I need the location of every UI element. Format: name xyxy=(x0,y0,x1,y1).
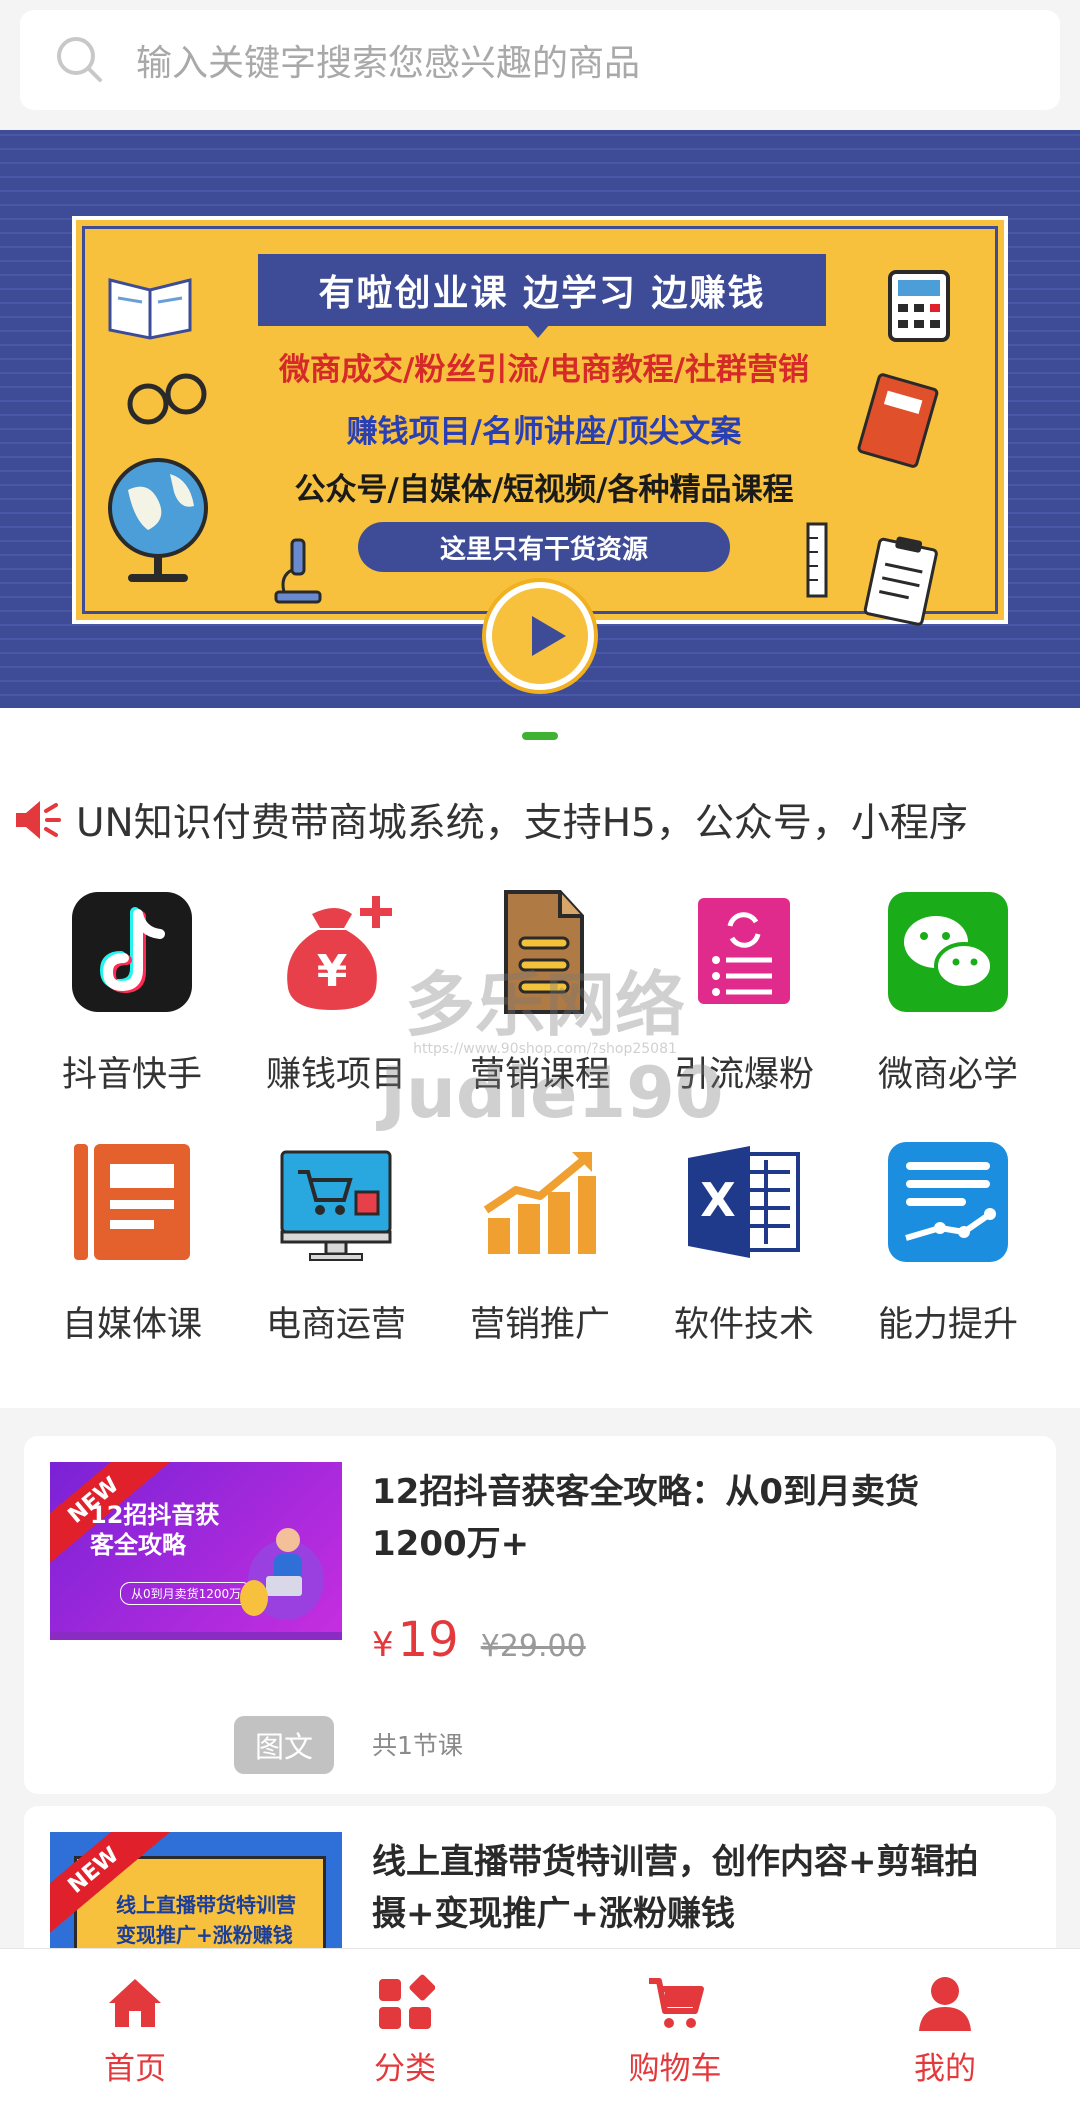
category-promotion[interactable]: 营销推广 xyxy=(440,1138,640,1347)
bottom-tab-bar: 首页 分类 购物车 我的 xyxy=(0,1948,1080,2104)
money-bag-icon: ¥ xyxy=(287,896,392,1010)
svg-text:¥: ¥ xyxy=(317,946,348,997)
play-button[interactable] xyxy=(486,582,594,690)
tab-label: 分类 xyxy=(374,2051,436,2087)
category-ability[interactable]: 能力提升 xyxy=(848,1138,1048,1347)
search-bar-container: 输入关键字搜索您感兴趣的商品 xyxy=(0,0,1080,130)
category-wechat[interactable]: 微商必学 xyxy=(848,888,1048,1097)
category-label: 引流爆粉 xyxy=(673,1055,814,1095)
category-money[interactable]: ¥ 赚钱项目 xyxy=(236,888,436,1097)
price-symbol: ¥ xyxy=(372,1625,394,1665)
shopping-monitor-icon xyxy=(280,1150,392,1261)
promo-banner[interactable]: 有啦创业课 边学习 边赚钱 微商成交/粉丝引流/电商教程/社群营销 赚钱项目/名… xyxy=(0,130,1080,708)
tab-label: 购物车 xyxy=(628,2051,722,2087)
thumbnail-title: 12招抖音获 客全攻略 xyxy=(90,1501,220,1559)
calculator-icon xyxy=(888,270,950,342)
microscope-icon xyxy=(274,538,322,604)
product-title[interactable]: 12招抖音获客全攻略：从0到月卖货1200万+ xyxy=(372,1466,1012,1570)
wechat-icon xyxy=(888,892,1008,1012)
price-row: ¥ 19 ¥29.00 xyxy=(372,1612,586,1668)
tab-profile[interactable]: 我的 xyxy=(810,1949,1080,2104)
clipboard-icon xyxy=(863,536,938,626)
category-label: 抖音快手 xyxy=(61,1055,202,1095)
notice-bar[interactable]: UN知识付费带商城系统，支持H5，公众号，小程序 xyxy=(12,788,1072,852)
banner-pill: 这里只有干货资源 xyxy=(358,522,730,572)
product-price: 19 xyxy=(397,1612,459,1668)
excel-icon: X xyxy=(688,1146,800,1258)
category-traffic[interactable]: 引流爆粉 xyxy=(644,888,844,1097)
person-laptop-illustration xyxy=(240,1528,324,1620)
banner-title-pointer xyxy=(526,324,550,338)
category-ecommerce[interactable]: 电商运营 xyxy=(236,1138,436,1347)
user-icon xyxy=(919,1977,971,2031)
home-icon xyxy=(109,1979,161,2027)
category-software[interactable]: X 软件技术 xyxy=(644,1138,844,1347)
tab-label: 首页 xyxy=(104,2051,166,2087)
category-label: 电商运营 xyxy=(265,1305,406,1345)
svg-text:X: X xyxy=(700,1173,735,1227)
document-icon xyxy=(504,890,584,1014)
category-label: 微商必学 xyxy=(877,1055,1018,1095)
product-card[interactable]: NEW 12招抖音获 客全攻略 从0到月卖货1200万 12招抖音获客全攻略：从… xyxy=(24,1436,1056,1794)
main-content: UN知识付费带商城系统，支持H5，公众号，小程序 抖音快手 ¥ 赚钱项目 营销课… xyxy=(0,708,1080,1408)
cart-icon xyxy=(649,1978,704,2028)
category-label: 软件技术 xyxy=(673,1305,814,1345)
notebook-icon xyxy=(74,1144,190,1260)
tab-cart[interactable]: 购物车 xyxy=(540,1949,810,2104)
glasses-icon xyxy=(127,373,207,425)
carousel-indicator[interactable] xyxy=(522,732,558,740)
tab-category[interactable]: 分类 xyxy=(270,1949,540,2104)
speaker-icon xyxy=(16,801,61,839)
notice-text: UN知识付费带商城系统，支持H5，公众号，小程序 xyxy=(76,801,968,846)
search-icon xyxy=(57,37,102,82)
content-type-badge: 图文 xyxy=(234,1716,334,1774)
open-book-icon xyxy=(108,278,192,340)
category-label: 能力提升 xyxy=(877,1305,1018,1345)
refresh-list-icon xyxy=(698,898,790,1004)
category-label: 营销推广 xyxy=(469,1305,610,1345)
category-label: 赚钱项目 xyxy=(265,1055,406,1095)
tiktok-icon xyxy=(72,892,192,1012)
category-douyin[interactable]: 抖音快手 xyxy=(32,888,232,1097)
banner-frame: 有啦创业课 边学习 边赚钱 微商成交/粉丝引流/电商教程/社群营销 赚钱项目/名… xyxy=(72,216,1008,626)
banner-title-box: 有啦创业课 边学习 边赚钱 xyxy=(258,254,826,326)
original-price: ¥29.00 xyxy=(480,1629,586,1664)
category-label: 营销课程 xyxy=(469,1055,610,1095)
growth-chart-icon xyxy=(483,1152,596,1254)
tab-home[interactable]: 首页 xyxy=(0,1949,270,2104)
trend-line-icon xyxy=(888,1142,1008,1262)
product-title[interactable]: 线上直播带货特训营，创作内容+剪辑拍摄+变现推广+涨粉赚钱 xyxy=(372,1836,1012,1940)
search-input[interactable]: 输入关键字搜索您感兴趣的商品 xyxy=(20,10,1060,110)
search-placeholder: 输入关键字搜索您感兴趣的商品 xyxy=(136,43,641,84)
category-icon xyxy=(379,1974,435,2029)
category-self-media[interactable]: 自媒体课 xyxy=(32,1138,232,1347)
product-thumbnail[interactable]: NEW 12招抖音获 客全攻略 从0到月卖货1200万 xyxy=(50,1462,342,1640)
category-marketing-course[interactable]: 营销课程 xyxy=(440,888,640,1097)
thumbnail-subtitle: 从0到月卖货1200万 xyxy=(120,1582,253,1605)
tab-label: 我的 xyxy=(914,2051,976,2087)
banner-title: 有啦创业课 边学习 边赚钱 xyxy=(318,273,766,314)
lesson-count: 共1节课 xyxy=(372,1731,463,1760)
red-book-icon xyxy=(857,373,939,468)
thumbnail-title: 线上直播带货特训营 变现推广+涨粉赚钱 xyxy=(116,1893,296,1947)
category-label: 自媒体课 xyxy=(61,1305,202,1345)
ruler-icon xyxy=(806,522,828,598)
globe-icon xyxy=(108,458,208,582)
